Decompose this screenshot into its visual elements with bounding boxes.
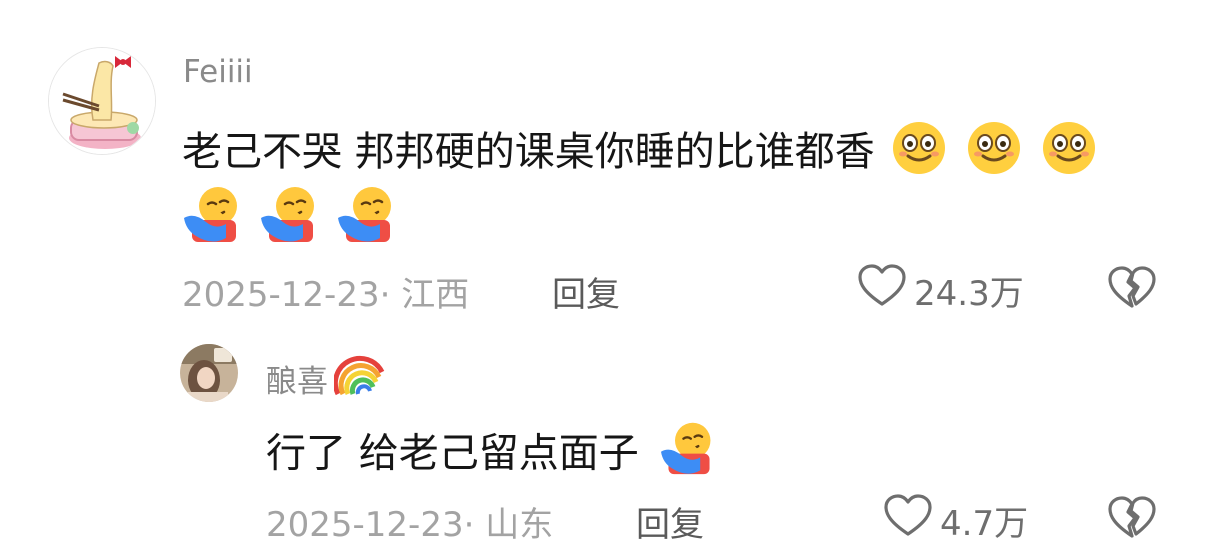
like-button[interactable]: 4.7万 — [884, 494, 1028, 547]
comment-text-second-line — [182, 184, 400, 244]
heart-icon — [858, 264, 906, 317]
like-count: 4.7万 — [940, 504, 1029, 544]
username-text: 酿喜 — [266, 363, 328, 400]
username[interactable]: 酿喜 — [266, 352, 386, 404]
comment-text: 老己不哭 邦邦硬的课桌你睡的比谁都香 — [182, 120, 1097, 188]
hugging-face-icon — [659, 420, 719, 491]
broken-heart-icon — [1108, 496, 1156, 544]
reply-button[interactable]: 回复 — [552, 267, 620, 316]
smiling-face-icon — [891, 120, 947, 188]
hugging-face-icon — [182, 184, 246, 248]
smiling-face-icon — [966, 120, 1022, 188]
like-button[interactable]: 24.3万 — [858, 264, 1024, 317]
comment-text-content: 行了 给老己留点面子 — [266, 430, 639, 477]
username[interactable]: Feiiii — [183, 54, 253, 90]
like-count: 24.3万 — [914, 274, 1024, 314]
avatar[interactable] — [180, 344, 238, 402]
comment-text: 行了 给老己留点面子 — [266, 420, 719, 491]
smiling-face-icon — [1041, 120, 1097, 188]
rainbow-icon — [332, 352, 386, 404]
comment-date-location: 2025-12-23· 山东 — [266, 505, 554, 545]
avatar[interactable] — [48, 47, 156, 155]
comment-date-location: 2025-12-23· 江西 — [182, 275, 470, 315]
broken-heart-icon — [1108, 266, 1156, 314]
reply-button[interactable]: 回复 — [636, 497, 704, 546]
dislike-button[interactable] — [1108, 496, 1156, 544]
heart-icon — [884, 494, 932, 547]
hugging-face-icon — [336, 184, 400, 248]
hugging-face-icon — [259, 184, 323, 248]
dislike-button[interactable] — [1108, 266, 1156, 314]
comment-text-content: 老己不哭 邦邦硬的课桌你睡的比谁都香 — [182, 129, 875, 175]
